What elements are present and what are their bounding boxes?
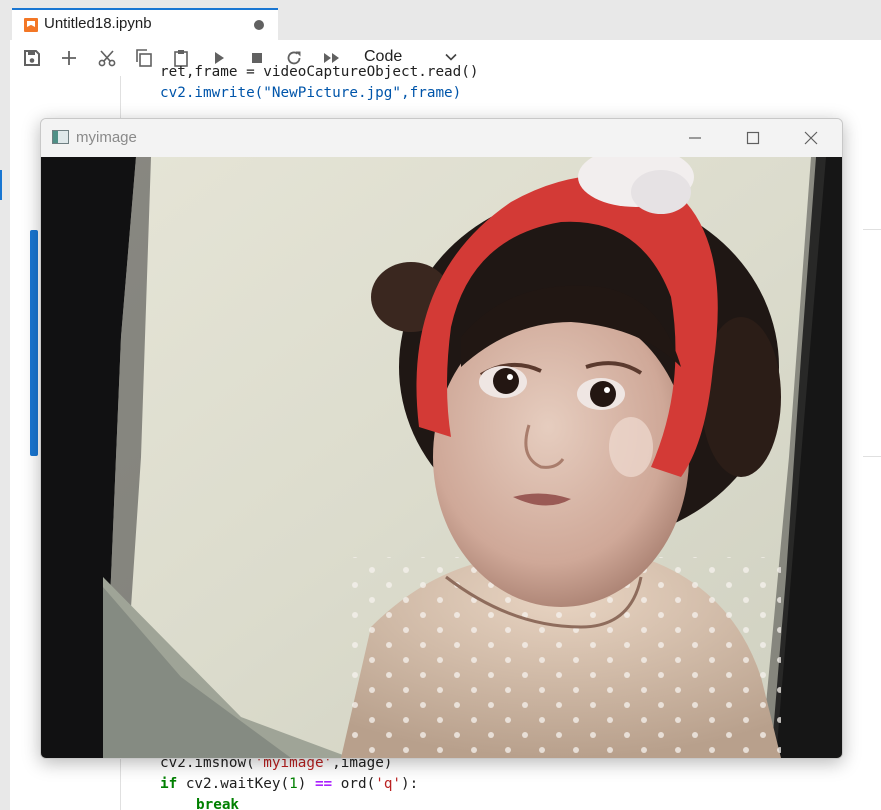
code-token: == — [314, 776, 333, 792]
window-titlebar[interactable]: myimage — [41, 119, 842, 157]
code-token: break — [196, 797, 240, 810]
code-token: cv2.waitKey( — [177, 776, 290, 792]
code-token: ord( — [332, 776, 376, 792]
image-window[interactable]: myimage — [40, 118, 843, 759]
save-icon[interactable] — [22, 48, 42, 68]
sidebar-active-marker — [0, 170, 2, 200]
code-token: cv2.imwrite("NewPicture.jpg",frame) — [160, 85, 462, 101]
code-token: if — [160, 776, 178, 792]
notebook-tab[interactable]: Untitled18.ipynb — [12, 8, 278, 40]
cut-icon[interactable] — [97, 48, 117, 68]
code-token: ) — [297, 776, 315, 792]
jupyterlab-app: Untitled18.ipynb Code ret,frame = videoC… — [0, 0, 881, 810]
notebook-icon — [24, 18, 38, 32]
maximize-button[interactable] — [724, 119, 782, 157]
copy-icon[interactable] — [134, 48, 154, 68]
close-button[interactable] — [782, 119, 840, 157]
tab-bar: Untitled18.ipynb — [10, 0, 881, 40]
code-line: cv2.imwrite("NewPicture.jpg",frame) — [160, 83, 461, 104]
code-token: ): — [401, 776, 419, 792]
add-icon[interactable] — [59, 48, 79, 68]
code-line: if cv2.waitKey(1) == ord('q'): — [160, 774, 418, 795]
code-line: break — [196, 795, 239, 810]
window-title: myimage — [76, 129, 137, 146]
tab-title: Untitled18.ipynb — [44, 15, 152, 32]
image-canvas — [41, 157, 842, 758]
cell-divider — [863, 229, 881, 230]
webcam-photo — [41, 157, 842, 758]
cell-divider — [863, 456, 881, 457]
close-icon — [804, 131, 818, 145]
active-cell-indicator[interactable] — [30, 230, 38, 456]
unsaved-indicator-icon[interactable] — [254, 20, 264, 30]
maximize-icon — [746, 131, 760, 145]
minimize-icon — [689, 137, 701, 139]
window-app-icon — [52, 130, 69, 144]
code-line: ret,frame = videoCaptureObject.read() — [160, 64, 479, 80]
minimize-button[interactable] — [666, 119, 724, 157]
code-token: 1 — [289, 776, 298, 792]
code-token: 'q' — [375, 776, 402, 792]
